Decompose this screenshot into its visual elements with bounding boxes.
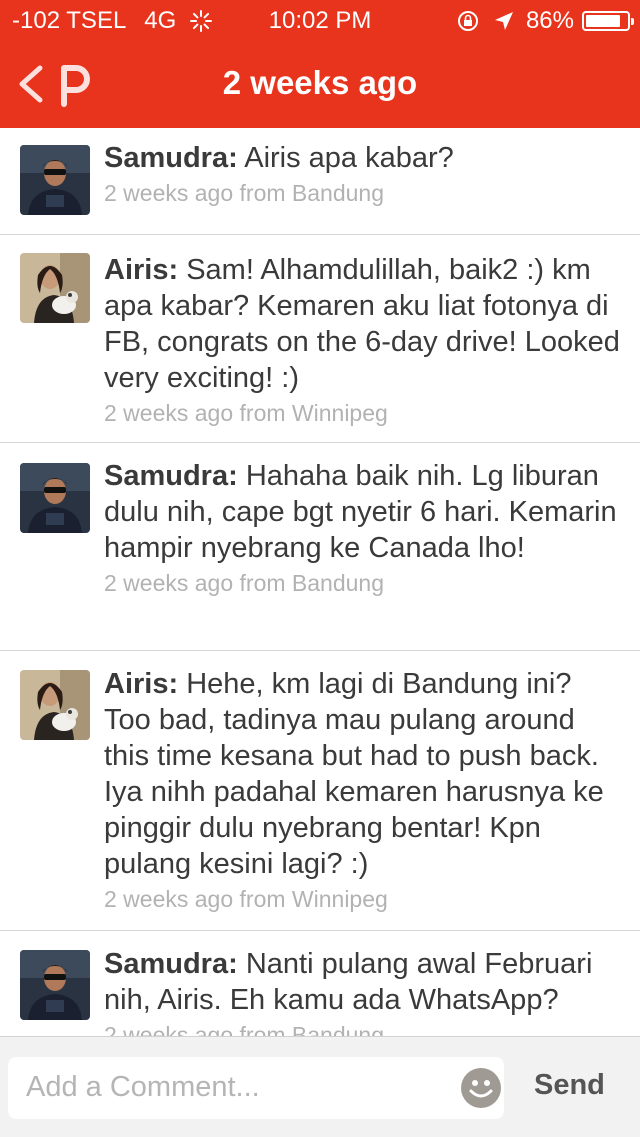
top-bar: -102 TSEL 4G 10:02 PM 86% 2 weeks ago [0, 0, 640, 128]
comment-input-placeholder: Add a Comment... [26, 1071, 260, 1103]
comment-author[interactable]: Samudra: [104, 142, 238, 174]
comment-meta: 2 weeks ago from Bandung [104, 180, 385, 206]
comment-author[interactable]: Samudra: [104, 460, 238, 492]
comment-meta: 2 weeks ago from Winnipeg [104, 886, 388, 912]
comment-meta: 2 weeks ago from Bandung [104, 570, 385, 596]
emoji-icon[interactable] [460, 1067, 502, 1109]
comment-author[interactable]: Samudra: [104, 948, 238, 980]
comment-list[interactable]: Samudra: Airis apa kabar? 2 weeks ago fr… [0, 128, 640, 1036]
battery-icon [582, 11, 634, 31]
status-bar: -102 TSEL 4G 10:02 PM 86% [0, 0, 640, 40]
comment-item: Samudra: Airis apa kabar? 2 weeks ago fr… [0, 128, 640, 235]
comment-item: Airis: Hehe, km lagi di Bandung ini? Too… [0, 650, 640, 931]
samudra-avatar[interactable] [20, 145, 90, 215]
comment-text: Hehe, km lagi di Bandung ini? Too bad, t… [104, 668, 604, 880]
comment-composer: Add a Comment... Send [0, 1036, 640, 1137]
rotation-lock-icon [457, 11, 478, 31]
nav-bar: 2 weeks ago [0, 40, 640, 128]
comment-text: Sam! Alhamdulillah, baik2 :) km apa kaba… [104, 254, 620, 394]
send-button[interactable]: Send [534, 1069, 605, 1102]
airis-avatar[interactable] [20, 253, 90, 323]
airis-avatar[interactable] [20, 670, 90, 740]
page-title: 2 weeks ago [222, 64, 418, 101]
comment-item: Samudra: Hahaha baik nih. Lg liburan dul… [0, 442, 640, 651]
comment-input[interactable]: Add a Comment... [8, 1057, 504, 1119]
comment-meta: 2 weeks ago from Bandung [104, 1022, 385, 1036]
comment-item: Airis: Sam! Alhamdulillah, baik2 :) km a… [0, 234, 640, 443]
comment-item: Samudra: Nanti pulang awal Februari nih,… [0, 930, 640, 1036]
comment-meta: 2 weeks ago from Winnipeg [104, 400, 388, 426]
comment-author[interactable]: Airis: [104, 668, 178, 700]
comment-author[interactable]: Airis: [104, 254, 178, 286]
battery-percent: 86% [525, 7, 574, 34]
location-arrow-icon [494, 12, 513, 30]
samudra-avatar[interactable] [20, 463, 90, 533]
comment-text: Airis apa kabar? [237, 142, 454, 174]
samudra-avatar[interactable] [20, 950, 90, 1020]
